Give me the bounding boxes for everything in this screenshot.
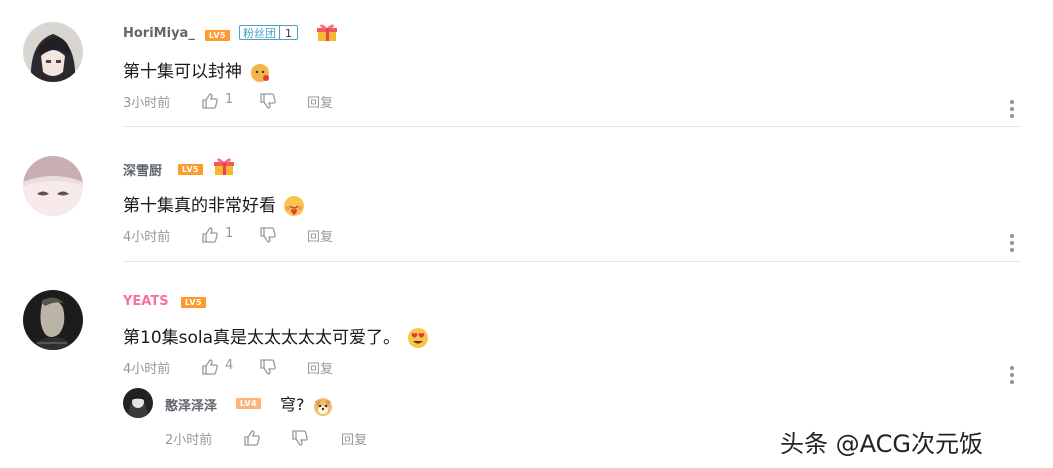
reply-avatar[interactable] <box>123 388 153 418</box>
reply-text: 穹? <box>280 391 334 417</box>
reply-meta: 2小时前 回复 <box>165 429 425 448</box>
comment-meta: 4小时前 4 回复 <box>123 358 423 377</box>
more-options-icon[interactable] <box>1009 366 1015 384</box>
thumbs-down-icon[interactable] <box>259 358 277 376</box>
reply-username[interactable]: 憨泽泽泽 <box>165 395 217 414</box>
comment-text: 第10集sola真是太太太太太可爱了。 <box>123 323 429 349</box>
avatar-image <box>123 388 153 418</box>
thumbs-up-icon[interactable] <box>201 358 219 376</box>
thumbs-down-icon[interactable] <box>291 429 309 447</box>
comment-text-content: 第10集sola真是太太太太太可爱了。 <box>123 328 401 348</box>
like-count: 4 <box>225 358 234 373</box>
thumbs-up-icon[interactable] <box>243 429 261 447</box>
comment-item: YEATS LV5 第10集sola真是太太太太太可爱了。 4小时前 4 回复 <box>0 0 1053 468</box>
username[interactable]: YEATS <box>123 294 169 309</box>
watermark: 头条 @ACG次元饭 <box>780 430 983 458</box>
reply-text-content: 穹? <box>280 395 305 414</box>
comment-time: 4小时前 <box>123 362 171 377</box>
reply-time: 2小时前 <box>165 433 213 448</box>
reply-button[interactable]: 回复 <box>307 358 333 377</box>
avatar[interactable] <box>23 290 83 350</box>
heart-eyes-emoji <box>408 328 429 348</box>
doge-emoji <box>313 397 332 416</box>
level-badge: LV4 <box>236 398 261 409</box>
level-badge: LV5 <box>181 297 206 308</box>
avatar-image <box>23 290 83 350</box>
reply-button[interactable]: 回复 <box>341 429 367 448</box>
